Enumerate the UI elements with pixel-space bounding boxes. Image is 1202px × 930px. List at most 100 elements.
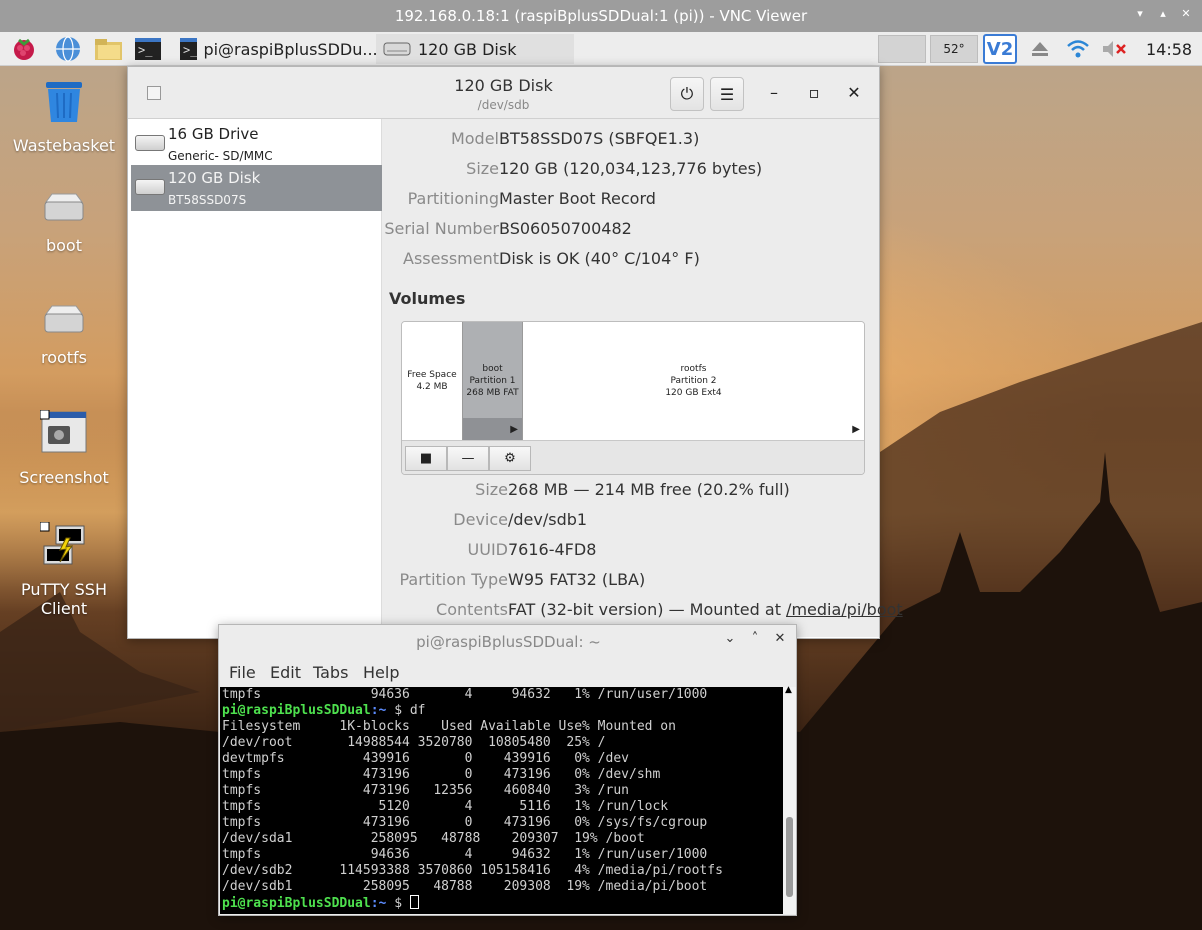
terminal-prompt-line: pi@raspiBplusSDDual:~ $ df (222, 703, 783, 719)
prompt-path: :~ (370, 703, 387, 718)
power-off-button[interactable]: ⏻ (670, 77, 704, 111)
segment-free-space[interactable]: Free Space 4.2 MB (402, 322, 462, 440)
prop-serial: Serial Number BS06050700482 (382, 219, 879, 241)
drive-model: BT58SSD07S (168, 193, 247, 207)
maximize-icon[interactable]: ▫ (804, 83, 824, 103)
prop-key: UUID (467, 540, 508, 559)
terminal-output[interactable]: tmpfs 94636 4 94632 1% /run/user/1000 pi@… (220, 687, 783, 914)
unmount-button[interactable]: ■ (405, 446, 447, 471)
segment-boot[interactable]: boot Partition 1 268 MB FAT ▶ (462, 322, 523, 440)
prop-value: 7616-4FD8 (508, 540, 597, 559)
menu-file[interactable]: File (229, 663, 256, 682)
prop-key: Serial Number (384, 219, 499, 238)
segment-partition: Partition 1 (469, 376, 516, 386)
drive-icon (9, 304, 119, 340)
terminal-line: /dev/sdb2 114593388 3570860 105158416 4%… (222, 863, 723, 878)
prop-partitioning: Partitioning Master Boot Record (382, 189, 879, 211)
vnc-server-icon[interactable]: V2 (983, 34, 1017, 64)
browser-globe-icon[interactable] (54, 35, 82, 63)
prop-key: Partition Type (399, 570, 508, 589)
wifi-icon[interactable] (1064, 35, 1092, 63)
prop-value: BT58SSD07S (SBFQE1.3) (499, 129, 700, 148)
vnc-close-icon[interactable]: ✕ (1178, 7, 1194, 20)
desktop-icon-putty[interactable]: PuTTY SSH Client (9, 521, 119, 618)
vnc-maximize-icon[interactable]: ▴ (1155, 7, 1171, 20)
terminal-cursor (409, 895, 419, 909)
segment-rootfs[interactable]: rootfs Partition 2 120 GB Ext4 ▶ (523, 322, 864, 440)
eject-icon[interactable] (1026, 35, 1054, 63)
desktop-icon-boot[interactable]: boot (9, 192, 119, 255)
prop-key: Model (450, 129, 499, 148)
minimize-icon[interactable]: – (764, 83, 784, 103)
prop-value: /dev/sdb1 (508, 510, 588, 529)
terminal-line: Filesystem 1K-blocks Used Available Use%… (222, 719, 676, 734)
desktop-icon-screenshot[interactable]: Screenshot (9, 409, 119, 487)
vnc-title: 192.168.0.18:1 (raspiBplusSDDual:1 (pi))… (394, 7, 808, 25)
taskbar: >_ >_ pi@raspiBplusSDDu... 120 GB Disk 5… (0, 32, 1202, 66)
prop-assessment: Assessment Disk is OK (40° C/104° F) (382, 249, 879, 271)
desktop-icon-rootfs[interactable]: rootfs (9, 304, 119, 367)
gears-icon: ⚙ (504, 451, 516, 466)
disks-headerbar: 120 GB Disk /dev/sdb ⏻ ☰ – ▫ ✕ (128, 67, 879, 119)
volumes-heading: Volumes (389, 289, 466, 308)
terminal-icon: >_ (180, 38, 198, 60)
terminal-prompt-line: pi@raspiBplusSDDual:~ $ (222, 895, 783, 912)
temperature-value: 52° (943, 42, 965, 56)
chevron-up-icon[interactable]: ˄ (746, 631, 764, 646)
prompt-command: $ df (386, 703, 426, 718)
prop-value: Disk is OK (40° C/104° F) (499, 249, 700, 268)
drive-item-120gb[interactable]: 120 GB Disk BT58SSD07S (131, 165, 382, 211)
drive-model: Generic- SD/MMC (168, 149, 273, 163)
volume-muted-icon[interactable] (1100, 35, 1128, 63)
play-arrow-icon: ▶ (852, 424, 860, 435)
minus-icon: — (461, 451, 475, 466)
terminal-line: /dev/sda1 258095 48788 209307 19% /boot (222, 831, 645, 846)
prop-value: W95 FAT32 (LBA) (508, 570, 646, 589)
task-disks[interactable]: 120 GB Disk (376, 34, 574, 64)
cpu-monitor[interactable] (878, 35, 926, 63)
menu-help[interactable]: Help (363, 663, 399, 682)
task-terminal[interactable]: >_ pi@raspiBplusSDDu... (174, 34, 378, 64)
terminal-title: pi@raspiBplusSDDual: ~ (416, 633, 601, 651)
menu-tabs[interactable]: Tabs (313, 663, 348, 682)
file-manager-icon[interactable] (94, 35, 122, 63)
terminal-line: tmpfs 473196 0 473196 0% /sys/fs/cgroup (222, 815, 708, 830)
prop-key: Device (453, 510, 508, 529)
hamburger-icon: ☰ (719, 84, 735, 104)
terminal-line: /dev/sdb1 258095 48788 209308 19% /media… (222, 879, 708, 894)
drive-name: 120 GB Disk (168, 169, 261, 187)
clock[interactable]: 14:58 (1146, 40, 1192, 59)
prop-value: BS06050700482 (499, 219, 632, 238)
disks-window: 120 GB Disk /dev/sdb ⏻ ☰ – ▫ ✕ 16 GB Dri… (127, 66, 903, 639)
desktop-icon-label: PuTTY SSH Client (21, 580, 107, 618)
scroll-up-icon[interactable]: ▲ (785, 685, 792, 695)
desktop-icon-label: boot (45, 236, 82, 255)
delete-partition-button[interactable]: — (447, 446, 489, 471)
segment-size: 268 MB FAT (466, 388, 519, 398)
terminal-launcher-icon[interactable]: >_ (134, 35, 162, 63)
part-prop-type: Partition Type W95 FAT32 (LBA) (382, 570, 879, 592)
partition-options-button[interactable]: ⚙ (489, 446, 531, 471)
prop-key: Partitioning (407, 189, 499, 208)
drive-list: 16 GB Drive Generic- SD/MMC 120 GB Disk … (131, 119, 382, 637)
raspberry-menu-icon[interactable] (10, 35, 38, 63)
mount-point-link[interactable]: /media/pi/boot (786, 600, 903, 619)
scrollbar-thumb[interactable] (786, 817, 793, 897)
prop-key: Size (466, 159, 499, 178)
segment-partition: Partition 2 (670, 376, 717, 386)
close-icon[interactable]: ✕ (844, 83, 864, 103)
contents-text: FAT (32-bit version) — Mounted at (508, 600, 787, 619)
vnc-dropdown-icon[interactable]: ▾ (1132, 7, 1148, 20)
volume-toolbar: ■ — ⚙ (402, 440, 864, 474)
desktop-icon-wastebasket[interactable]: Wastebasket (9, 80, 119, 155)
temperature-monitor[interactable]: 52° (930, 35, 978, 63)
close-icon[interactable]: ✕ (771, 631, 789, 646)
segment-label: rootfs (680, 364, 707, 374)
drive-item-16gb[interactable]: 16 GB Drive Generic- SD/MMC (131, 121, 382, 167)
terminal-scrollbar[interactable]: ▲ (783, 685, 796, 914)
menu-edit[interactable]: Edit (270, 663, 301, 682)
vnc-titlebar: 192.168.0.18:1 (raspiBplusSDDual:1 (pi))… (0, 0, 1202, 32)
chevron-down-icon[interactable]: ⌄ (721, 631, 739, 646)
prompt-command: $ (386, 896, 410, 911)
drive-menu-button[interactable]: ☰ (710, 77, 744, 111)
